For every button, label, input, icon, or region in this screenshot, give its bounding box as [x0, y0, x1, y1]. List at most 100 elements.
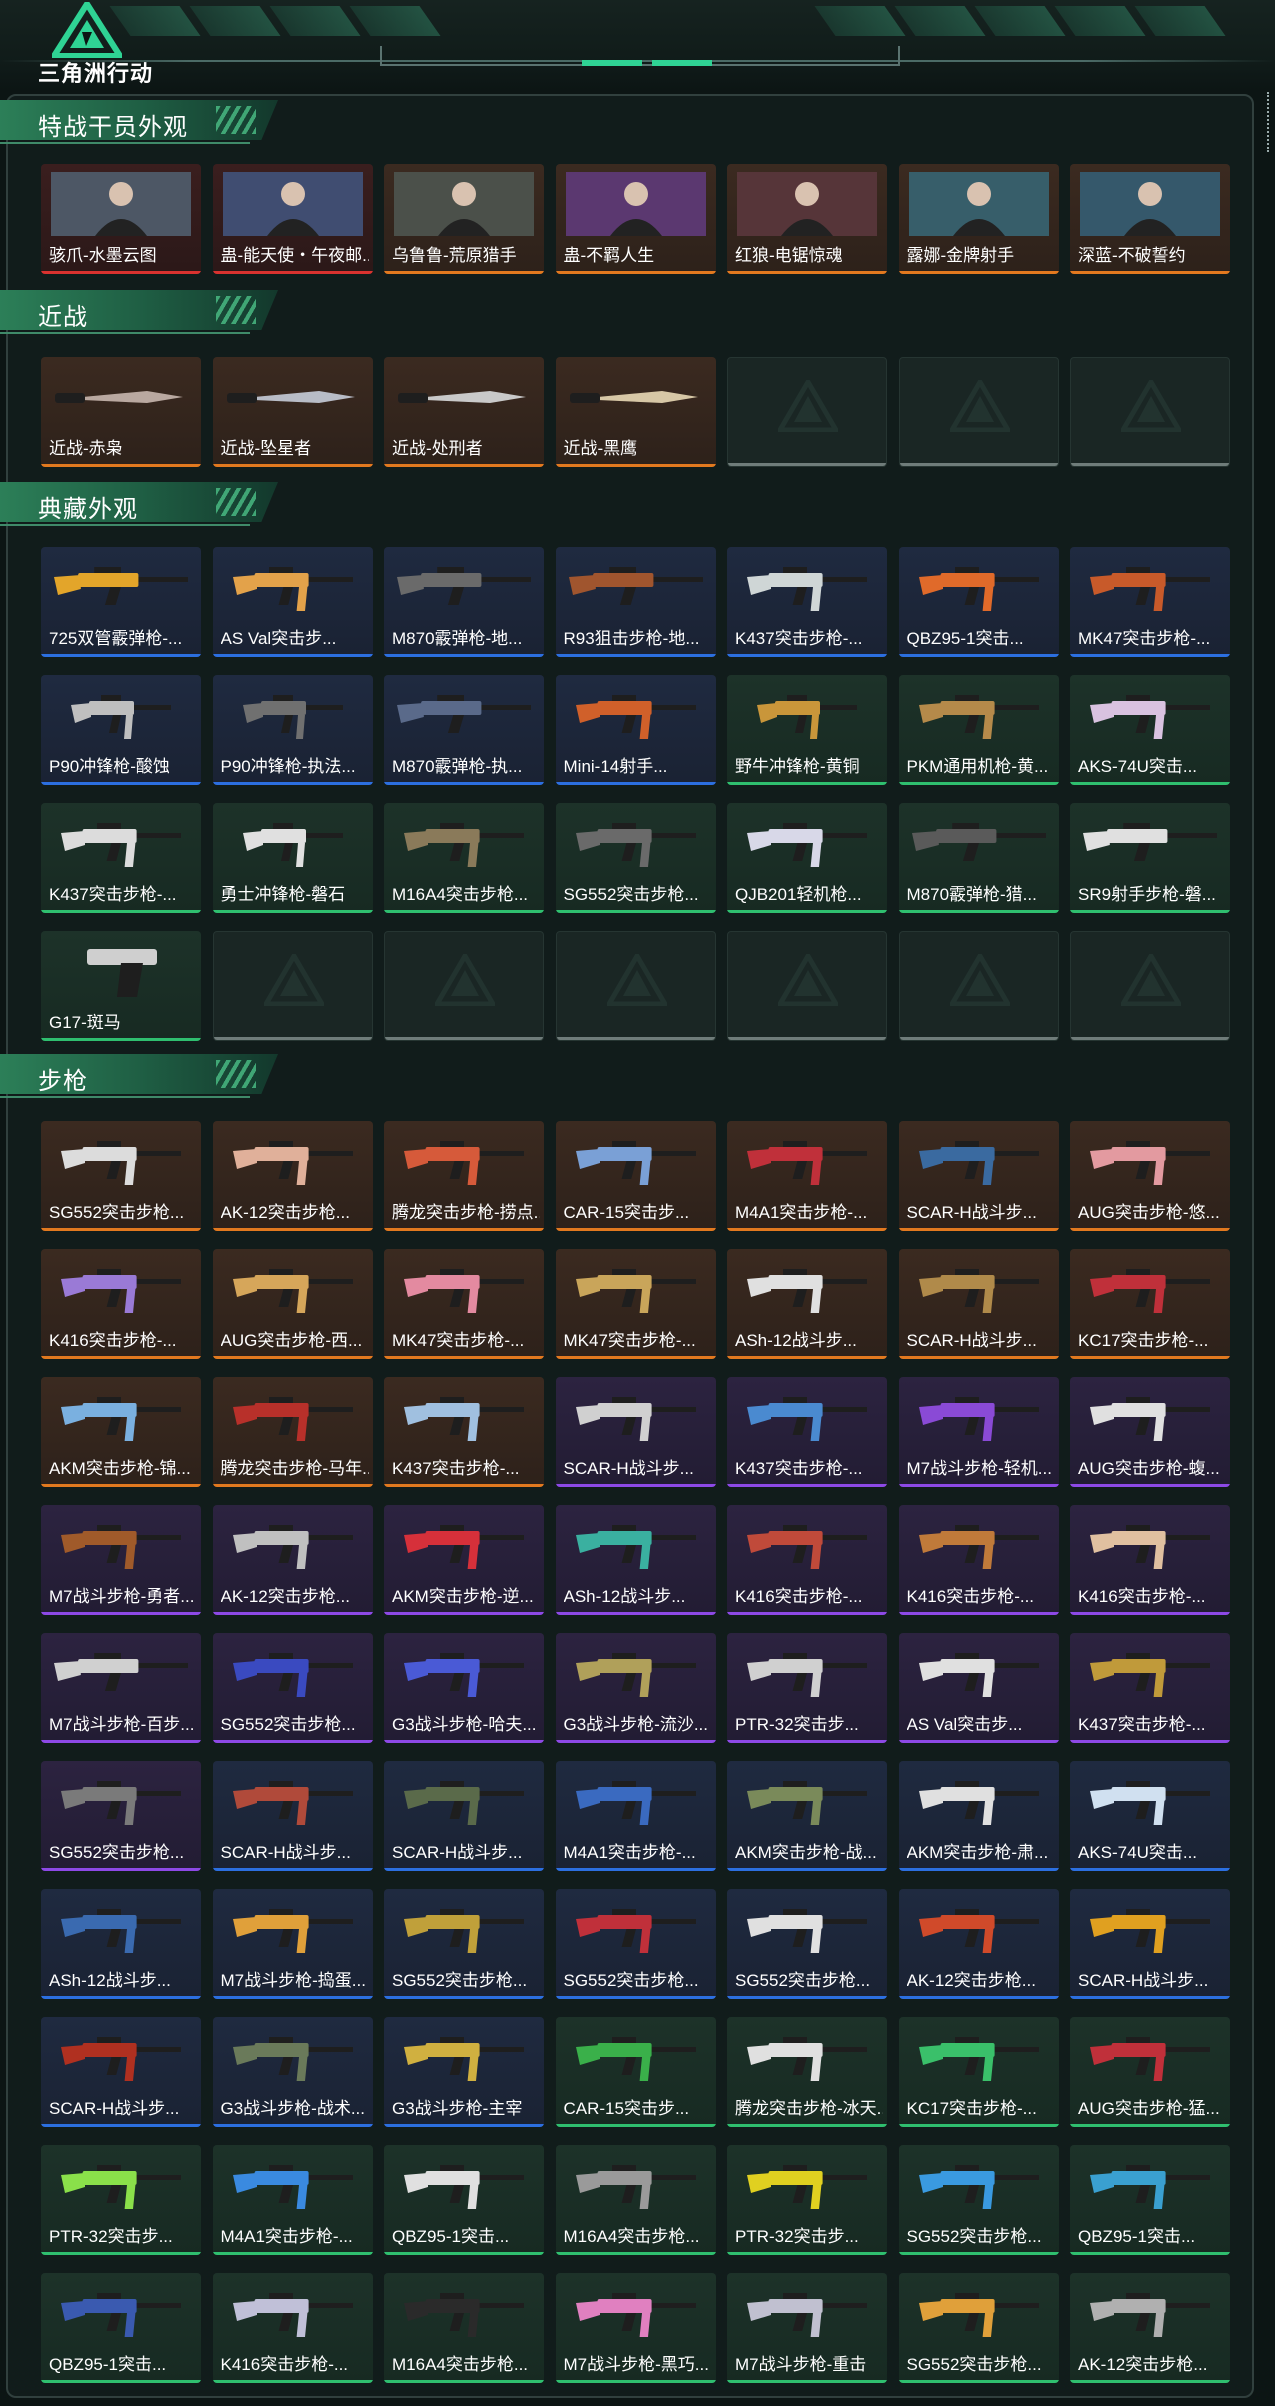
item-card[interactable]: 腾龙突击步枪-冰天...	[727, 2017, 887, 2127]
item-card[interactable]: CAR-15突击步...	[555, 2017, 716, 2127]
item-card[interactable]: SCAR-H战斗步...	[898, 1121, 1059, 1231]
item-card[interactable]: M870霰弹枪-执...	[384, 675, 544, 785]
item-card[interactable]: AKM突击步枪-肃...	[898, 1761, 1059, 1871]
item-card[interactable]: ASh-12战斗步...	[41, 1889, 201, 1999]
item-card[interactable]: SG552突击步枪...	[384, 1889, 544, 1999]
item-card[interactable]: 野牛冲锋枪-黄铜	[727, 675, 887, 785]
item-card[interactable]: SG552突击步枪...	[555, 803, 716, 913]
item-card[interactable]: AK-12突击步枪...	[898, 1889, 1059, 1999]
item-card[interactable]: 蛊-不羁人生	[555, 164, 716, 274]
item-card[interactable]: MK47突击步枪-...	[555, 1249, 716, 1359]
item-card[interactable]: K437突击步枪-...	[384, 1377, 544, 1487]
item-card[interactable]: G3战斗步枪-战术...	[212, 2017, 373, 2127]
item-card[interactable]: SG552突击步枪...	[727, 1889, 887, 1999]
item-card[interactable]: K437突击步枪-...	[1070, 1633, 1230, 1743]
item-card[interactable]: K437突击步枪-...	[41, 803, 201, 913]
item-card[interactable]: K437突击步枪-...	[727, 547, 887, 657]
item-card[interactable]: K416突击步枪-...	[1070, 1505, 1230, 1615]
item-card[interactable]: PTR-32突击步...	[727, 2145, 887, 2255]
item-card[interactable]: M4A1突击步枪-...	[727, 1121, 887, 1231]
item-card[interactable]: M870霰弹枪-地...	[384, 547, 544, 657]
item-card[interactable]: K416突击步枪-...	[41, 1249, 201, 1359]
item-card[interactable]: SCAR-H战斗步...	[212, 1761, 373, 1871]
item-card[interactable]: AKM突击步枪-锦...	[41, 1377, 201, 1487]
item-card[interactable]: SCAR-H战斗步...	[555, 1377, 716, 1487]
item-card[interactable]: CAR-15突击步...	[555, 1121, 716, 1231]
item-card[interactable]: AUG突击步枪-西...	[212, 1249, 373, 1359]
item-card[interactable]: 近战-坠星者	[212, 357, 373, 467]
item-card[interactable]: M4A1突击步枪-...	[555, 1761, 716, 1871]
item-card[interactable]: PTR-32突击步...	[41, 2145, 201, 2255]
item-card[interactable]: QJB201轻机枪...	[727, 803, 887, 913]
item-card[interactable]: MK47突击步枪-...	[1070, 547, 1230, 657]
item-card[interactable]: ASh-12战斗步...	[555, 1505, 716, 1615]
item-card[interactable]: 红狼-电锯惊魂	[727, 164, 887, 274]
item-card[interactable]: 腾龙突击步枪-马年...	[212, 1377, 373, 1487]
item-card[interactable]: QBZ95-1突击...	[384, 2145, 544, 2255]
item-card[interactable]: 露娜-金牌射手	[898, 164, 1059, 274]
item-card[interactable]: SG552突击步枪...	[555, 1889, 716, 1999]
item-card[interactable]: KC17突击步枪-...	[898, 2017, 1059, 2127]
item-card[interactable]: AKM突击步枪-逆...	[384, 1505, 544, 1615]
item-card[interactable]: PTR-32突击步...	[727, 1633, 887, 1743]
item-card[interactable]: Mini-14射手...	[555, 675, 716, 785]
item-card[interactable]: M7战斗步枪-百步...	[41, 1633, 201, 1743]
item-card[interactable]: AKS-74U突击...	[1070, 675, 1230, 785]
item-card[interactable]: AK-12突击步枪...	[1070, 2273, 1230, 2383]
item-card[interactable]: AS Val突击步...	[212, 547, 373, 657]
item-card[interactable]: 近战-赤枭	[41, 357, 201, 467]
item-card[interactable]: M870霰弹枪-猎...	[898, 803, 1059, 913]
item-card[interactable]: AK-12突击步枪...	[212, 1121, 373, 1231]
item-card[interactable]: G3战斗步枪-主宰	[384, 2017, 544, 2127]
item-card[interactable]: 勇士冲锋枪-磐石	[212, 803, 373, 913]
item-card[interactable]: M16A4突击步枪...	[555, 2145, 716, 2255]
item-card[interactable]: SCAR-H战斗步...	[898, 1249, 1059, 1359]
scrollbar[interactable]	[1267, 92, 1271, 152]
item-card[interactable]: K416突击步枪-...	[212, 2273, 373, 2383]
item-card[interactable]: M7战斗步枪-重击	[727, 2273, 887, 2383]
item-card[interactable]: SG552突击步枪...	[212, 1633, 373, 1743]
item-card[interactable]: 近战-黑鹰	[555, 357, 716, 467]
item-card[interactable]: AS Val突击步...	[898, 1633, 1059, 1743]
item-card[interactable]: M7战斗步枪-黑巧...	[555, 2273, 716, 2383]
item-card[interactable]: G3战斗步枪-流沙...	[555, 1633, 716, 1743]
item-card[interactable]: AUG突击步枪-猛...	[1070, 2017, 1230, 2127]
item-card[interactable]: K416突击步枪-...	[898, 1505, 1059, 1615]
item-card[interactable]: ASh-12战斗步...	[727, 1249, 887, 1359]
item-card[interactable]: SCAR-H战斗步...	[1070, 1889, 1230, 1999]
item-card[interactable]: 725双管霰弹枪-...	[41, 547, 201, 657]
item-card[interactable]: AUG突击步枪-悠...	[1070, 1121, 1230, 1231]
item-card[interactable]: P90冲锋枪-酸蚀	[41, 675, 201, 785]
item-card[interactable]: 蛊-能天使・午夜邮...	[212, 164, 373, 274]
item-card[interactable]: SCAR-H战斗步...	[384, 1761, 544, 1871]
item-card[interactable]: 乌鲁鲁-荒原猎手	[384, 164, 544, 274]
item-card[interactable]: SR9射手步枪-磐...	[1070, 803, 1230, 913]
item-card[interactable]: AUG突击步枪-蝮...	[1070, 1377, 1230, 1487]
item-card[interactable]: QBZ95-1突击...	[41, 2273, 201, 2383]
item-card[interactable]: M4A1突击步枪-...	[212, 2145, 373, 2255]
item-card[interactable]: M16A4突击步枪...	[384, 803, 544, 913]
item-card[interactable]: 近战-处刑者	[384, 357, 544, 467]
item-card[interactable]: 骇爪-水墨云图	[41, 164, 201, 274]
item-card[interactable]: SG552突击步枪...	[41, 1121, 201, 1231]
item-card[interactable]: 腾龙突击步枪-捞点...	[384, 1121, 544, 1231]
item-card[interactable]: SCAR-H战斗步...	[41, 2017, 201, 2127]
item-card[interactable]: SG552突击步枪...	[898, 2145, 1059, 2255]
item-card[interactable]: G3战斗步枪-哈夫...	[384, 1633, 544, 1743]
item-card[interactable]: QBZ95-1突击...	[898, 547, 1059, 657]
item-card[interactable]: M16A4突击步枪...	[384, 2273, 544, 2383]
item-card[interactable]: PKM通用机枪-黄...	[898, 675, 1059, 785]
item-card[interactable]: G17-斑马	[41, 931, 201, 1041]
item-card[interactable]: K416突击步枪-...	[727, 1505, 887, 1615]
item-card[interactable]: SG552突击步枪...	[898, 2273, 1059, 2383]
item-card[interactable]: M7战斗步枪-捣蛋...	[212, 1889, 373, 1999]
item-card[interactable]: MK47突击步枪-...	[384, 1249, 544, 1359]
item-card[interactable]: 深蓝-不破誓约	[1070, 164, 1230, 274]
item-card[interactable]: SG552突击步枪...	[41, 1761, 201, 1871]
item-card[interactable]: M7战斗步枪-勇者...	[41, 1505, 201, 1615]
item-card[interactable]: AKS-74U突击...	[1070, 1761, 1230, 1871]
item-card[interactable]: AK-12突击步枪...	[212, 1505, 373, 1615]
item-card[interactable]: K437突击步枪-...	[727, 1377, 887, 1487]
item-card[interactable]: M7战斗步枪-轻机...	[898, 1377, 1059, 1487]
item-card[interactable]: P90冲锋枪-执法...	[212, 675, 373, 785]
